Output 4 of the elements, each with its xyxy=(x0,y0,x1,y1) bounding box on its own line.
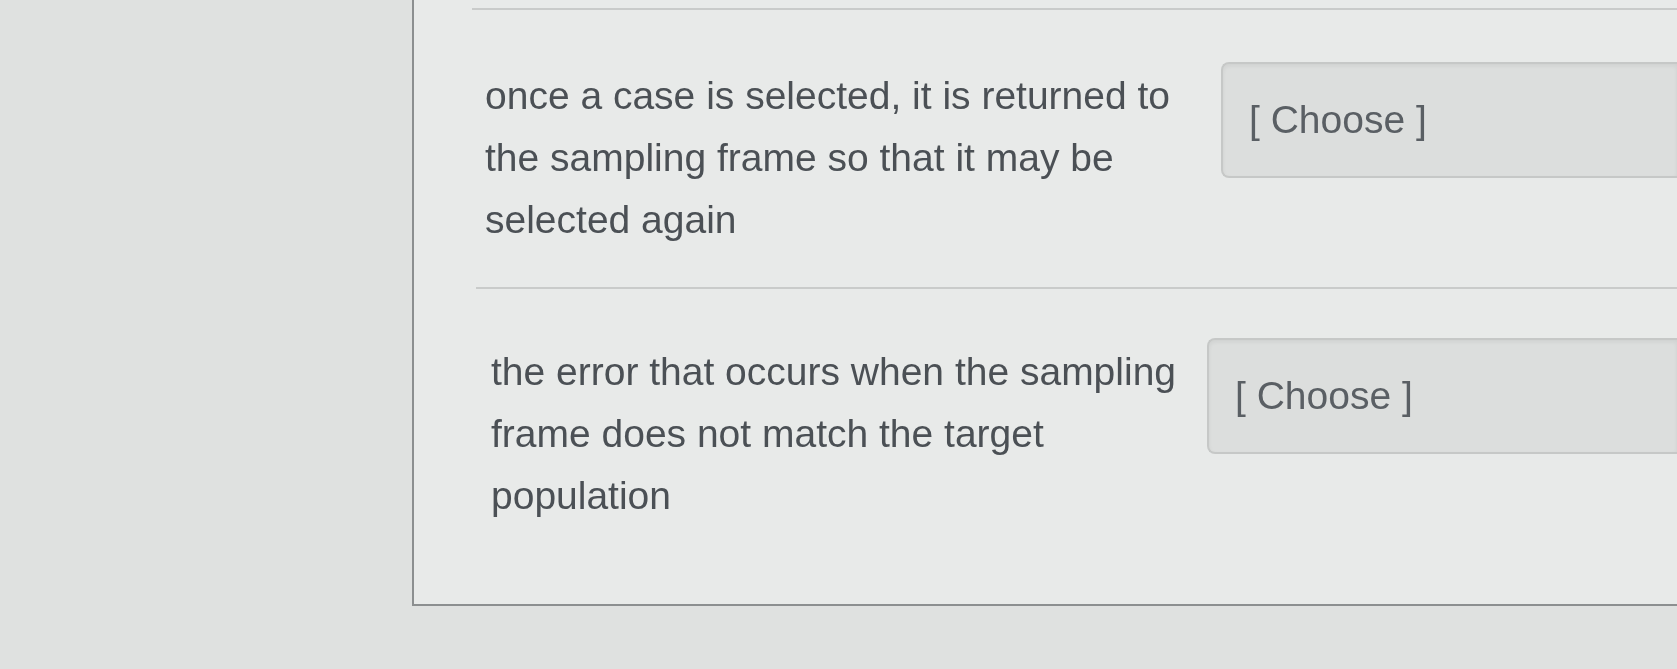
choose-dropdown[interactable]: [ Choose ] xyxy=(1207,338,1677,454)
choose-dropdown[interactable]: [ Choose ] xyxy=(1221,62,1677,178)
question-prompt: the error that occurs when the sampling frame does not match the target population xyxy=(491,349,1177,519)
question-prompt: once a case is selected, it is returned to the sampling frame so that it may be selected again xyxy=(485,73,1172,243)
